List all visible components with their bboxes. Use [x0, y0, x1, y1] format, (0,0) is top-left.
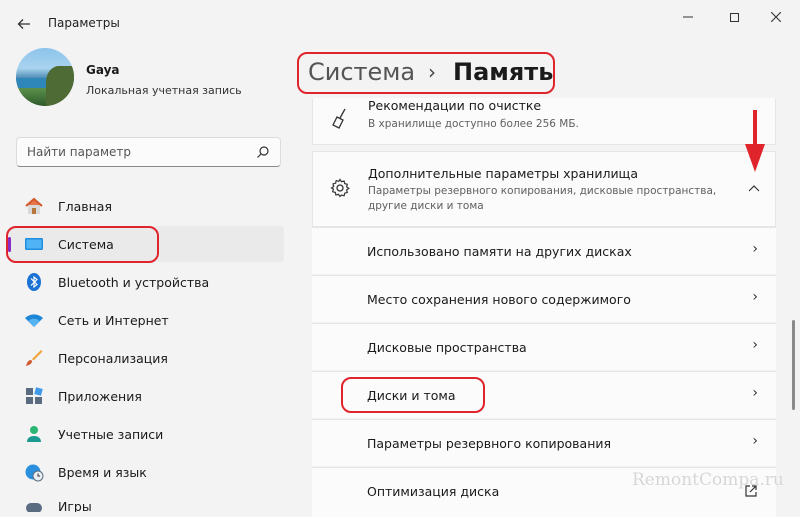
list-item-other-disks-usage[interactable]: Использовано памяти на других дисках ›: [312, 227, 776, 274]
red-arrow-annotation: [745, 110, 765, 172]
system-icon: [25, 238, 43, 250]
chevron-up-icon[interactable]: [748, 184, 760, 192]
row-label: Дисковые пространства: [367, 340, 527, 355]
gear-icon: [330, 178, 350, 198]
sidebar-item-label: Приложения: [58, 388, 142, 404]
sidebar-item-system[interactable]: Система: [8, 226, 284, 262]
sidebar-item-label: Игры: [58, 499, 92, 512]
card-subtitle: В хранилище доступно более 256 МБ.: [368, 118, 579, 130]
row-label: Использовано памяти на других дисках: [367, 244, 632, 259]
row-label: Оптимизация диска: [367, 484, 500, 499]
home-icon: [25, 197, 43, 214]
close-button[interactable]: [756, 6, 796, 28]
arrow-left-icon: [17, 19, 30, 29]
sidebar-item-apps[interactable]: Приложения: [8, 378, 284, 414]
sidebar-item-label: Bluetooth и устройства: [58, 274, 210, 290]
chevron-right-icon: ›: [752, 337, 758, 353]
sidebar-item-personalization[interactable]: Персонализация: [8, 340, 284, 376]
brush-icon: [26, 350, 43, 366]
chevron-right-icon: ›: [752, 385, 758, 401]
sidebar-item-label: Главная: [58, 198, 112, 214]
person-icon: [27, 426, 41, 442]
sidebar-item-gaming[interactable]: Игры: [8, 492, 284, 512]
sidebar-item-label: Сеть и Интернет: [58, 312, 169, 328]
open-external-icon[interactable]: [744, 484, 758, 498]
list-item-disks-volumes[interactable]: Диски и тома ›: [312, 371, 776, 418]
minimize-button[interactable]: [668, 6, 708, 28]
list-item-save-location[interactable]: Место сохранения нового содержимого ›: [312, 275, 776, 322]
sidebar-item-accounts[interactable]: Учетные записи: [8, 416, 284, 452]
clock-globe-icon: [25, 464, 44, 482]
scrollbar[interactable]: [792, 320, 795, 410]
card-subtitle-1: Параметры резервного копирования, дисков…: [368, 185, 717, 197]
sidebar-item-label: Система: [58, 236, 114, 252]
list-item-backup-options[interactable]: Параметры резервного копирования ›: [312, 419, 776, 466]
chevron-right-icon: ›: [752, 289, 758, 305]
bluetooth-icon: [27, 273, 41, 291]
active-indicator: [8, 237, 11, 252]
sidebar-item-home[interactable]: Главная: [8, 188, 284, 224]
gamepad-icon: [26, 503, 42, 512]
cleanup-recommendations-card[interactable]: Рекомендации по очистке В хранилище дост…: [312, 98, 776, 145]
account-type: Локальная учетная запись: [86, 84, 242, 97]
user-name: Gaya: [86, 63, 120, 77]
sidebar-nav: Главная Система Bluetooth и устройства С…: [8, 188, 284, 514]
broom-icon: [332, 108, 346, 129]
minimize-icon: [683, 16, 693, 18]
breadcrumb-parent[interactable]: Система: [308, 58, 415, 86]
title-bar: Параметры: [0, 0, 800, 48]
sidebar-item-label: Персонализация: [58, 350, 168, 366]
back-button[interactable]: [10, 10, 38, 38]
wifi-icon: [25, 314, 43, 327]
card-title: Дополнительные параметры хранилища: [368, 166, 638, 181]
sidebar-item-bluetooth[interactable]: Bluetooth и устройства: [8, 264, 284, 300]
apps-icon: [26, 387, 43, 404]
breadcrumb-separator: ›: [428, 60, 436, 84]
chevron-right-icon: ›: [752, 241, 758, 257]
row-label: Место сохранения нового содержимого: [367, 292, 631, 307]
search-placeholder: Найти параметр: [27, 145, 131, 159]
list-item-storage-spaces[interactable]: Дисковые пространства ›: [312, 323, 776, 370]
sidebar-item-network[interactable]: Сеть и Интернет: [8, 302, 284, 338]
watermark: RemontCompa.ru: [632, 470, 784, 490]
page-title: Память: [453, 58, 554, 86]
row-label: Диски и тома: [367, 388, 456, 403]
search-input[interactable]: Найти параметр: [16, 137, 281, 167]
sidebar-item-time-language[interactable]: Время и язык: [8, 454, 284, 490]
maximize-button[interactable]: [714, 6, 754, 28]
search-icon: [257, 146, 269, 158]
sidebar-item-label: Учетные записи: [58, 426, 164, 442]
card-title: Рекомендации по очистке: [368, 98, 542, 113]
advanced-storage-card[interactable]: Дополнительные параметры хранилища Парам…: [312, 151, 776, 227]
avatar[interactable]: [16, 48, 74, 106]
close-icon: [771, 12, 781, 22]
app-title: Параметры: [48, 16, 120, 30]
maximize-icon: [729, 12, 739, 22]
sidebar-item-label: Время и язык: [58, 464, 147, 480]
row-label: Параметры резервного копирования: [367, 436, 612, 451]
card-subtitle-2: другие диски и тома: [368, 200, 484, 212]
chevron-right-icon: ›: [752, 433, 758, 449]
